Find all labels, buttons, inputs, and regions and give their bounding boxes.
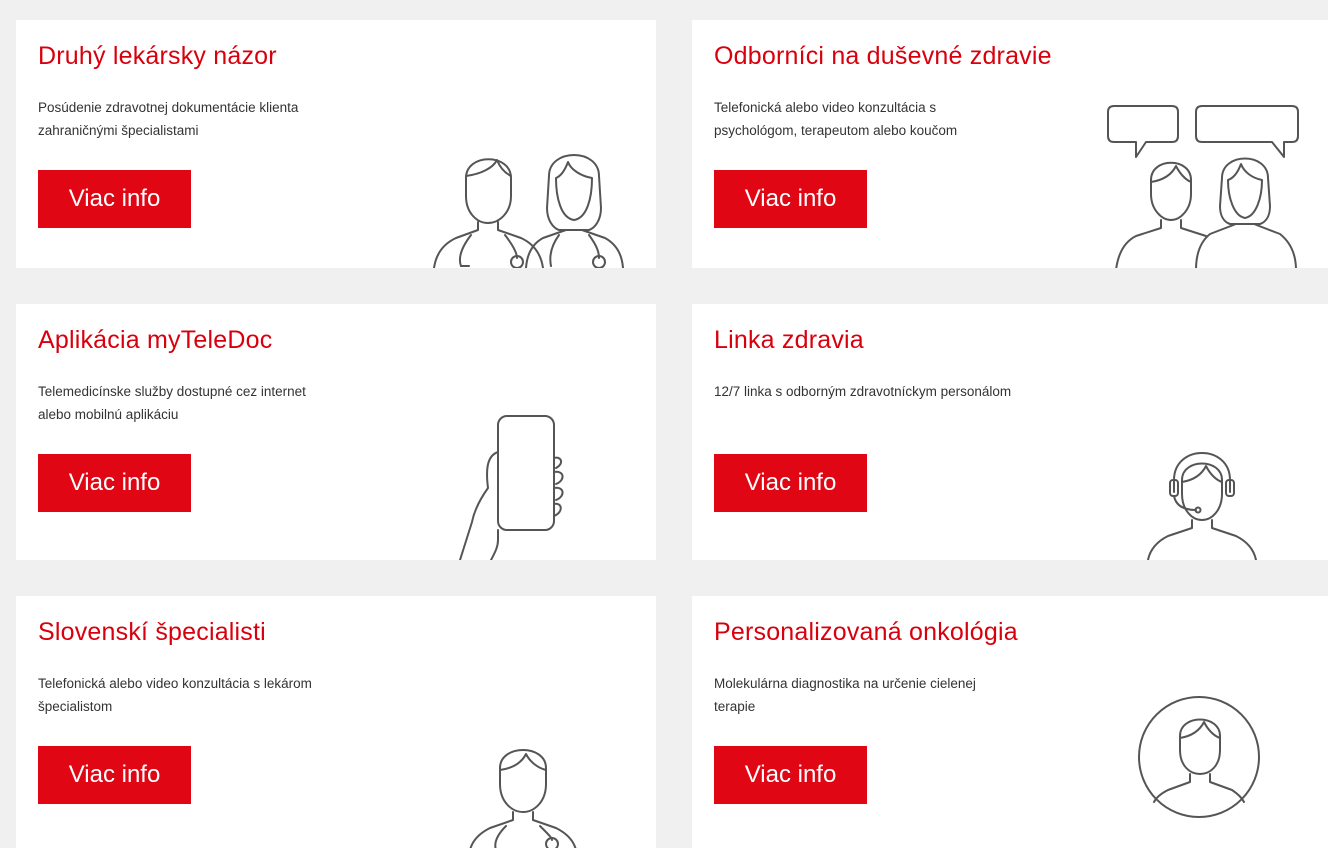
card-personalized-oncology: Personalizovaná onkológia Molekulárna di… [692, 596, 1328, 848]
headset-operator-icon [1147, 452, 1257, 560]
card-health-line: Linka zdravia 12/7 linka s odborným zdra… [692, 304, 1328, 560]
card-myteledoc-app: Aplikácia myTeleDoc Telemedicínske služb… [16, 304, 656, 560]
card-second-opinion: Druhý lekársky názor Posúdenie zdravotne… [16, 20, 656, 268]
hand-holding-phone-icon [459, 415, 564, 560]
card-title: Aplikácia myTeleDoc [38, 326, 273, 354]
card-title: Slovenskí špecialisti [38, 618, 266, 646]
person-in-circle-icon [1138, 696, 1260, 818]
services-grid: Druhý lekársky názor Posúdenie zdravotne… [0, 0, 1328, 848]
two-people-speech-bubbles-icon [1107, 105, 1299, 268]
card-description: Molekulárna diagnostika na určenie ciele… [714, 676, 976, 714]
more-info-button[interactable]: Viac info [38, 746, 191, 804]
card-title: Druhý lekársky názor [38, 42, 277, 70]
more-info-button[interactable]: Viac info [714, 454, 867, 512]
card-title: Odborníci na duševné zdravie [714, 42, 1052, 70]
more-info-button[interactable]: Viac info [38, 454, 191, 512]
more-info-button[interactable]: Viac info [38, 170, 191, 228]
card-description: Telemedicínske služby dostupné cez inter… [38, 384, 306, 422]
doctor-icon [469, 749, 577, 848]
more-info-button[interactable]: Viac info [714, 746, 867, 804]
card-description: Telefonická alebo video konzultácia s ps… [714, 100, 958, 138]
card-title: Personalizovaná onkológia [714, 618, 1018, 646]
card-description: 12/7 linka s odborným zdravotníckym pers… [714, 384, 1012, 399]
more-info-button[interactable]: Viac info [714, 170, 867, 228]
card-description: Posúdenie zdravotnej dokumentácie klient… [38, 100, 299, 138]
card-mental-health: Odborníci na duševné zdravie Telefonická… [692, 20, 1328, 268]
card-title: Linka zdravia [714, 326, 864, 354]
card-description: Telefonická alebo video konzultácia s le… [38, 676, 312, 714]
two-doctors-icon [433, 154, 624, 268]
card-slovak-specialists: Slovenskí špecialisti Telefonická alebo … [16, 596, 656, 848]
